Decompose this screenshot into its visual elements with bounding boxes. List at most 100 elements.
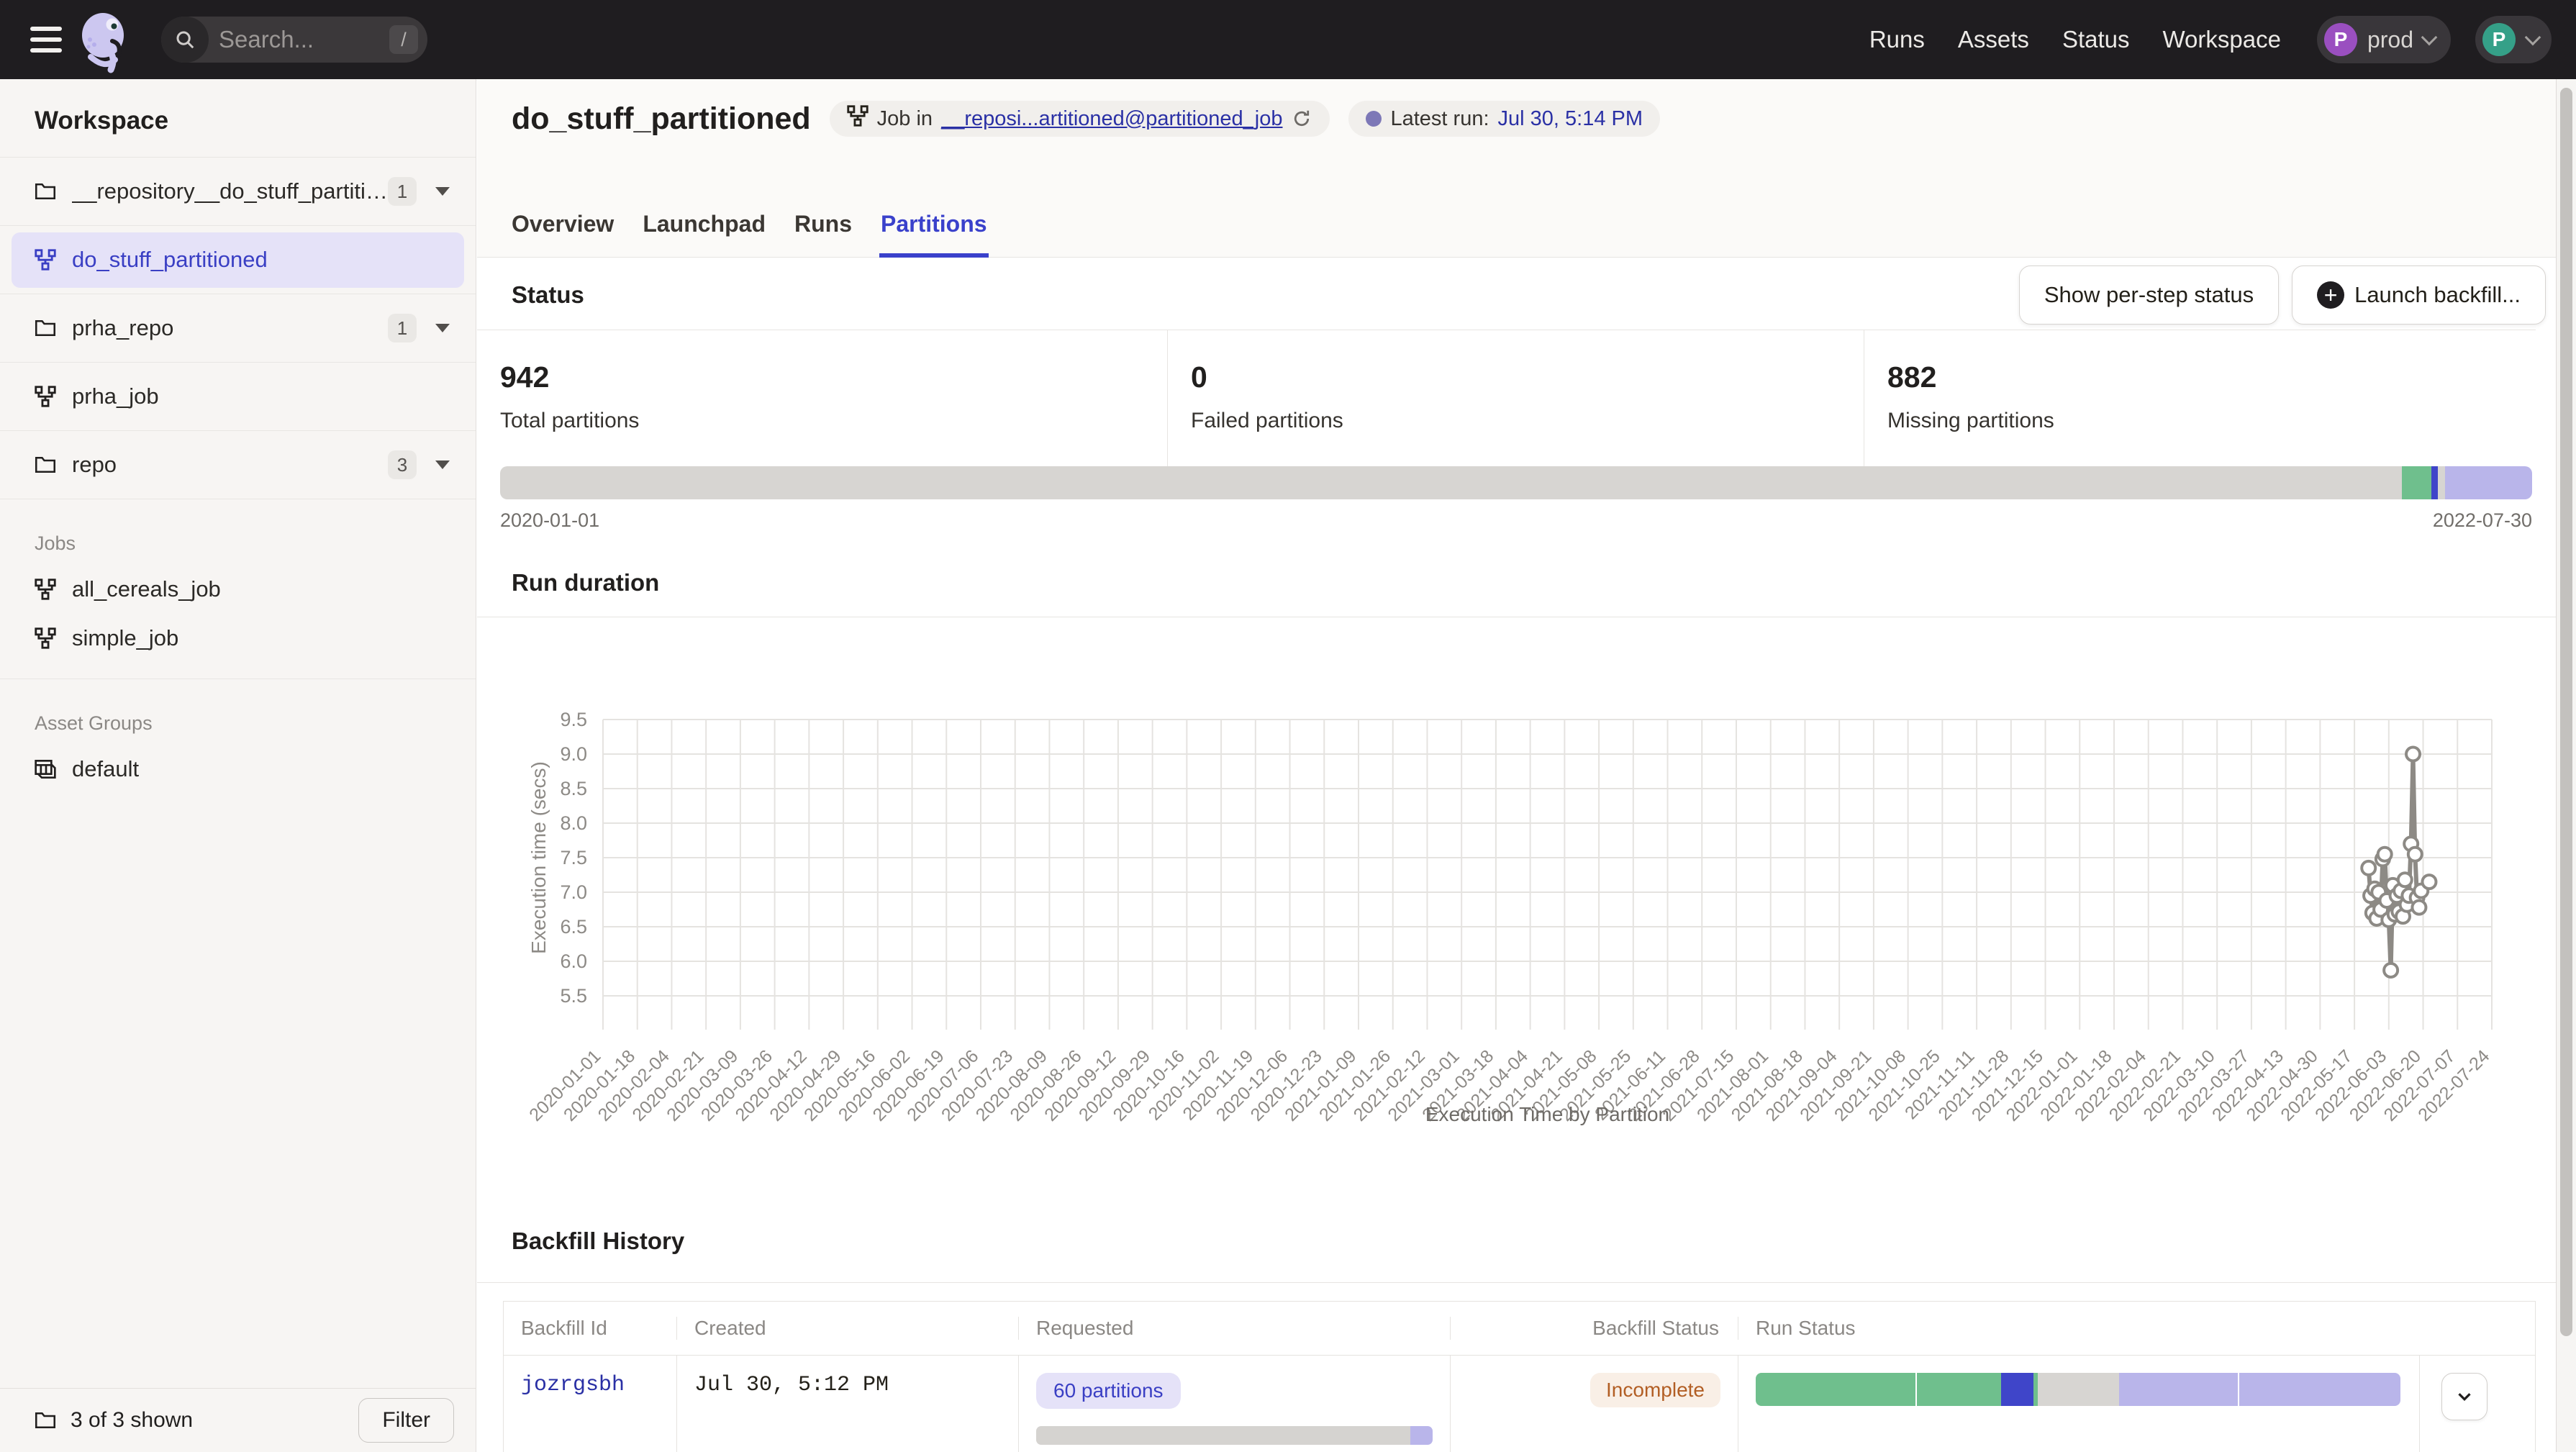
job-icon (847, 105, 869, 132)
run-duration-chart[interactable]: 2020-01-012020-01-182020-02-042020-02-21… (477, 617, 2556, 1216)
expand-row-button[interactable] (2441, 1373, 2487, 1420)
caret-down-icon[interactable] (435, 460, 450, 469)
latest-run-label: Latest run: (1390, 107, 1489, 131)
sidebar-item-label: repo (72, 452, 117, 478)
user-avatar: P (2482, 23, 2516, 56)
svg-text:9.0: 9.0 (560, 743, 587, 765)
tab-partitions[interactable]: Partitions (879, 211, 989, 258)
partition-stats: 942Total partitions0Failed partitions882… (477, 330, 2536, 466)
svg-text:7.5: 7.5 (560, 847, 587, 868)
top-nav-assets[interactable]: Assets (1958, 26, 2029, 53)
chevron-down-icon (2525, 30, 2541, 46)
chart-point (2412, 901, 2426, 915)
run-duration-heading: Run duration (512, 569, 659, 596)
scrollbar-thumb[interactable] (2560, 88, 2572, 1336)
top-nav-runs[interactable]: Runs (1869, 26, 1925, 53)
column-header-run-status: Run Status (1738, 1317, 2419, 1340)
chart-point (2384, 963, 2398, 977)
asset-group-icon (35, 759, 56, 779)
svg-text:8.0: 8.0 (560, 812, 587, 834)
deployment-label: prod (2367, 27, 2413, 53)
page-scrollbar[interactable] (2556, 79, 2576, 1452)
tab-runs[interactable]: Runs (793, 211, 853, 258)
tab-overview[interactable]: Overview (510, 211, 615, 258)
chevron-down-icon (2454, 1386, 2475, 1407)
user-menu[interactable]: P (2475, 16, 2552, 63)
sidebar-item-label: __repository__do_stuff_partitio... (72, 178, 388, 204)
partition-status-bar[interactable] (500, 466, 2532, 499)
column-header-requested: Requested (1018, 1317, 1450, 1340)
search-shortcut-badge: / (389, 25, 418, 54)
backfill-table-row: jozrgsbh Jul 30, 5:12 PM 60 partitions 2… (504, 1356, 2535, 1452)
job-location-pill: Job in __reposi...artitioned@partitioned… (830, 101, 1330, 137)
run-duration-chart-box: 2020-01-012020-01-182020-02-042020-02-21… (477, 617, 2556, 1216)
stat-total-partitions: 942Total partitions (477, 330, 1167, 466)
chevron-down-icon (2421, 30, 2438, 46)
plus-circle-icon: + (2317, 281, 2344, 309)
backfill-id-link[interactable]: jozrgsbh (521, 1373, 625, 1397)
run-status-dot (1366, 111, 1382, 127)
sidebar-title: Workspace (0, 79, 476, 158)
sidebar-asset-group-default[interactable]: default (0, 745, 476, 794)
search-input[interactable] (219, 26, 363, 53)
chart-point (2408, 848, 2422, 861)
chart-point (2362, 861, 2375, 875)
bar-segment (1915, 1373, 2002, 1406)
top-nav-status[interactable]: Status (2062, 26, 2130, 53)
sidebar-item-do-stuff-partitioned[interactable]: do_stuff_partitioned (0, 226, 476, 294)
sidebar-item-prha-job[interactable]: prha_job (0, 363, 476, 431)
column-header-created: Created (676, 1317, 1018, 1340)
reload-icon[interactable] (1291, 108, 1312, 130)
bar-segment (2438, 466, 2445, 499)
jobs-section-label: Jobs (0, 499, 476, 565)
run-status-bar[interactable] (1756, 1373, 2400, 1406)
caret-down-icon[interactable] (435, 324, 450, 332)
menu-icon[interactable] (30, 27, 62, 53)
sidebar-item-label: prha_job (72, 384, 159, 409)
latest-run-link[interactable]: Jul 30, 5:14 PM (1498, 107, 1643, 131)
sidebar-job-all_cereals_job[interactable]: all_cereals_job (0, 565, 476, 614)
sidebar-item--repository-do-stuff-partitio-[interactable]: __repository__do_stuff_partitio...1 (0, 158, 476, 226)
bar-segment (500, 466, 2402, 499)
sidebar-item-repo[interactable]: repo 3 (0, 431, 476, 499)
bar-segment (1756, 1373, 1915, 1406)
job-icon (35, 578, 56, 600)
sidebar-item-label: prha_repo (72, 315, 173, 341)
chart-points (2362, 748, 2436, 977)
job-location-link[interactable]: __reposi...artitioned@partitioned_job (941, 107, 1282, 131)
dagster-logo-icon[interactable] (81, 12, 128, 78)
bar-segment (2038, 1373, 2119, 1406)
filter-button[interactable]: Filter (358, 1398, 454, 1443)
show-per-step-status-button[interactable]: Show per-step status (2019, 266, 2279, 325)
job-icon (35, 627, 56, 649)
stat-missing-partitions: 882Missing partitions (1864, 330, 2536, 466)
svg-text:9.5: 9.5 (560, 709, 587, 730)
deployment-switcher[interactable]: P prod (2317, 16, 2451, 63)
sidebar-item-prha-repo[interactable]: prha_repo1 (0, 294, 476, 363)
x-axis-title: Execution Time by Partition (1425, 1103, 1669, 1125)
latest-run-pill: Latest run: Jul 30, 5:14 PM (1348, 101, 1660, 137)
stat-label: Missing partitions (1887, 409, 2536, 433)
bar-segment (2238, 1373, 2400, 1406)
svg-text:5.5: 5.5 (560, 985, 587, 1007)
page-header: do_stuff_partitioned Job in __reposi...a… (477, 79, 2556, 258)
job-icon (35, 386, 56, 407)
item-count-badge: 3 (388, 450, 417, 479)
stat-label: Total partitions (500, 409, 1167, 433)
tab-launchpad[interactable]: Launchpad (641, 211, 767, 258)
topbar: / Runs Assets Status Workspace P prod P (0, 0, 2576, 79)
requested-partitions-badge[interactable]: 60 partitions (1036, 1373, 1181, 1409)
launch-backfill-button[interactable]: + Launch backfill... (2292, 266, 2546, 325)
top-nav-workspace[interactable]: Workspace (2163, 26, 2281, 53)
repo-count-label: 3 of 3 shown (71, 1408, 193, 1433)
global-search[interactable]: / (161, 17, 427, 63)
column-header-backfill-id: Backfill Id (504, 1317, 676, 1340)
svg-text:7.0: 7.0 (560, 881, 587, 903)
divider (477, 1282, 2556, 1283)
bar-segment (2402, 466, 2431, 499)
stat-failed-partitions: 0Failed partitions (1167, 330, 1864, 466)
caret-down-icon[interactable] (435, 187, 450, 196)
sidebar-footer: 3 of 3 shown Filter (0, 1388, 476, 1452)
sidebar-job-simple_job[interactable]: simple_job (0, 614, 476, 663)
partition-range-end: 2022-07-30 (2433, 509, 2532, 532)
